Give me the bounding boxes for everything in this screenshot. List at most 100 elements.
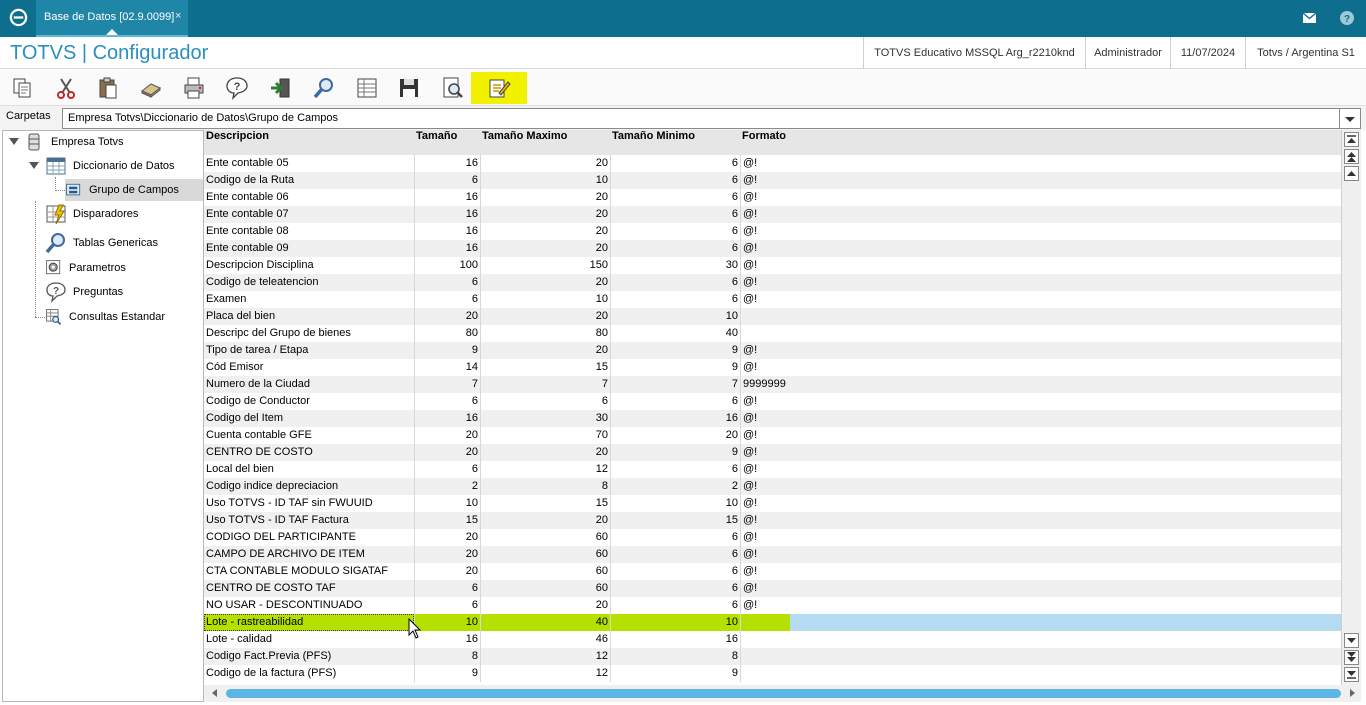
cut-button[interactable] xyxy=(46,72,86,104)
table-row[interactable]: Cód Emisor 14 15 9 @! xyxy=(204,359,1341,376)
tree-item-consultas-estandar[interactable]: Consultas Estandar xyxy=(45,306,165,328)
cell-formato[interactable] xyxy=(740,631,790,648)
preview-button[interactable] xyxy=(433,72,473,104)
cell-tamano-maximo[interactable]: 20 xyxy=(480,308,610,325)
column-header-tamano-minimo[interactable]: Tamaño Minimo xyxy=(610,130,695,143)
browse-button[interactable] xyxy=(347,72,387,104)
table-row[interactable]: CAMPO DE ARCHIVO DE ITEM 20 60 6 @! xyxy=(204,546,1341,563)
copy-button[interactable] xyxy=(2,72,42,104)
cell-tamano-minimo[interactable]: 6 xyxy=(610,274,740,291)
cell-tamano[interactable]: 16 xyxy=(414,223,480,240)
cell-formato[interactable]: @! xyxy=(740,393,790,410)
cell-tamano-minimo[interactable]: 10 xyxy=(610,308,740,325)
cell-formato[interactable]: @! xyxy=(740,529,790,546)
cell-descripcion[interactable]: Ente contable 06 xyxy=(204,189,414,206)
scroll-bottom-button[interactable] xyxy=(1344,667,1359,682)
cell-descripcion[interactable]: CENTRO DE COSTO xyxy=(204,444,414,461)
table-row[interactable]: CENTRO DE COSTO 20 20 9 @! xyxy=(204,444,1341,461)
cell-formato[interactable]: @! xyxy=(740,580,790,597)
cell-tamano-minimo[interactable]: 30 xyxy=(610,257,740,274)
mail-button[interactable] xyxy=(1290,0,1328,37)
cell-tamano-maximo[interactable]: 20 xyxy=(480,342,610,359)
cell-descripcion[interactable]: Lote - rastreabilidad xyxy=(204,614,414,631)
scroll-top-button[interactable] xyxy=(1344,132,1359,147)
cell-formato[interactable]: @! xyxy=(740,257,790,274)
cell-tamano-minimo[interactable]: 8 xyxy=(610,648,740,665)
search-button[interactable] xyxy=(304,72,344,104)
cell-tamano-maximo[interactable]: 20 xyxy=(480,240,610,257)
folders-path-field[interactable]: Empresa Totvs\Diccionario de Datos\Grupo… xyxy=(62,108,1340,129)
print-button[interactable] xyxy=(174,72,214,104)
column-header-descripcion[interactable]: Descripcion xyxy=(204,130,269,143)
cell-tamano[interactable]: 20 xyxy=(414,529,480,546)
cell-descripcion[interactable]: Local del bien xyxy=(204,461,414,478)
cell-tamano-minimo[interactable]: 6 xyxy=(610,529,740,546)
cell-tamano-maximo[interactable]: 10 xyxy=(480,291,610,308)
cell-tamano[interactable]: 8 xyxy=(414,648,480,665)
cell-tamano-maximo[interactable]: 20 xyxy=(480,189,610,206)
cell-tamano[interactable]: 6 xyxy=(414,580,480,597)
cell-tamano-maximo[interactable]: 7 xyxy=(480,376,610,393)
cell-formato[interactable] xyxy=(740,325,790,342)
cell-tamano-maximo[interactable]: 80 xyxy=(480,325,610,342)
table-row[interactable]: Ente contable 05 16 20 6 @! xyxy=(204,155,1341,172)
folders-dropdown-chevron-down-icon[interactable] xyxy=(1340,108,1361,129)
table-row[interactable]: Placa del bien 20 20 10 xyxy=(204,308,1341,325)
cell-descripcion[interactable]: Codigo de Conductor xyxy=(204,393,414,410)
cell-tamano-minimo[interactable]: 6 xyxy=(610,189,740,206)
cell-tamano-maximo[interactable]: 30 xyxy=(480,410,610,427)
table-row[interactable]: Ente contable 07 16 20 6 @! xyxy=(204,206,1341,223)
cell-tamano[interactable]: 2 xyxy=(414,478,480,495)
table-row[interactable]: Codigo de Conductor 6 6 6 @! xyxy=(204,393,1341,410)
tree-item-empresa-totvs[interactable]: Empresa Totvs xyxy=(23,131,124,153)
cell-tamano[interactable]: 20 xyxy=(414,427,480,444)
cell-tamano-minimo[interactable]: 16 xyxy=(610,631,740,648)
cell-tamano-minimo[interactable]: 6 xyxy=(610,580,740,597)
expand-dictionary-icon[interactable] xyxy=(29,162,39,169)
cell-tamano-maximo[interactable]: 12 xyxy=(480,648,610,665)
table-row[interactable]: Tipo de tarea / Etapa 9 20 9 @! xyxy=(204,342,1341,359)
cell-tamano[interactable]: 6 xyxy=(414,291,480,308)
cell-descripcion[interactable]: CENTRO DE COSTO TAF xyxy=(204,580,414,597)
cell-descripcion[interactable]: Codigo del Item xyxy=(204,410,414,427)
cell-descripcion[interactable]: Ente contable 07 xyxy=(204,206,414,223)
table-row[interactable]: Descripc del Grupo de bienes 80 80 40 xyxy=(204,325,1341,342)
cell-formato[interactable] xyxy=(740,665,790,682)
cell-descripcion[interactable]: Numero de la Ciudad xyxy=(204,376,414,393)
table-row[interactable]: Uso TOTVS - ID TAF sin FWUUID 10 15 10 @! xyxy=(204,495,1341,512)
cell-descripcion[interactable]: Ente contable 08 xyxy=(204,223,414,240)
cell-tamano-minimo[interactable]: 2 xyxy=(610,478,740,495)
cell-formato[interactable]: @! xyxy=(740,189,790,206)
table-row[interactable]: Codigo de la factura (PFS) 9 12 9 xyxy=(204,665,1341,682)
scroll-page-down-button[interactable] xyxy=(1344,650,1359,665)
cell-descripcion[interactable]: Cuenta contable GFE xyxy=(204,427,414,444)
cell-descripcion[interactable]: Ente contable 09 xyxy=(204,240,414,257)
cell-tamano[interactable]: 80 xyxy=(414,325,480,342)
cell-tamano-minimo[interactable]: 6 xyxy=(610,291,740,308)
horizontal-scrollbar[interactable] xyxy=(204,685,1361,702)
cell-tamano-minimo[interactable]: 9 xyxy=(610,444,740,461)
cell-tamano[interactable]: 16 xyxy=(414,189,480,206)
table-row[interactable]: Examen 6 10 6 @! xyxy=(204,291,1341,308)
cell-tamano-maximo[interactable]: 70 xyxy=(480,427,610,444)
cell-descripcion[interactable]: CAMPO DE ARCHIVO DE ITEM xyxy=(204,546,414,563)
cell-formato[interactable] xyxy=(740,614,790,631)
cell-descripcion[interactable]: Cód Emisor xyxy=(204,359,414,376)
table-row[interactable]: CENTRO DE COSTO TAF 6 60 6 @! xyxy=(204,580,1341,597)
tab-close-icon[interactable]: × xyxy=(175,10,181,22)
cell-tamano[interactable]: 100 xyxy=(414,257,480,274)
table-row[interactable]: Ente contable 09 16 20 6 @! xyxy=(204,240,1341,257)
cell-tamano[interactable]: 20 xyxy=(414,308,480,325)
cell-descripcion[interactable]: Tipo de tarea / Etapa xyxy=(204,342,414,359)
table-row[interactable]: Descripcion Disciplina 100 150 30 @! xyxy=(204,257,1341,274)
table-row[interactable]: Numero de la Ciudad 7 7 7 9999999 xyxy=(204,376,1341,393)
cell-descripcion[interactable]: Codigo de la Ruta xyxy=(204,172,414,189)
cell-tamano[interactable]: 15 xyxy=(414,512,480,529)
cell-tamano-maximo[interactable]: 20 xyxy=(480,206,610,223)
cell-formato[interactable]: 9999999 xyxy=(740,376,790,393)
cell-tamano-minimo[interactable]: 40 xyxy=(610,325,740,342)
cell-tamano-maximo[interactable]: 15 xyxy=(480,359,610,376)
cell-formato[interactable]: @! xyxy=(740,240,790,257)
cell-formato[interactable]: @! xyxy=(740,342,790,359)
cell-tamano[interactable]: 20 xyxy=(414,546,480,563)
